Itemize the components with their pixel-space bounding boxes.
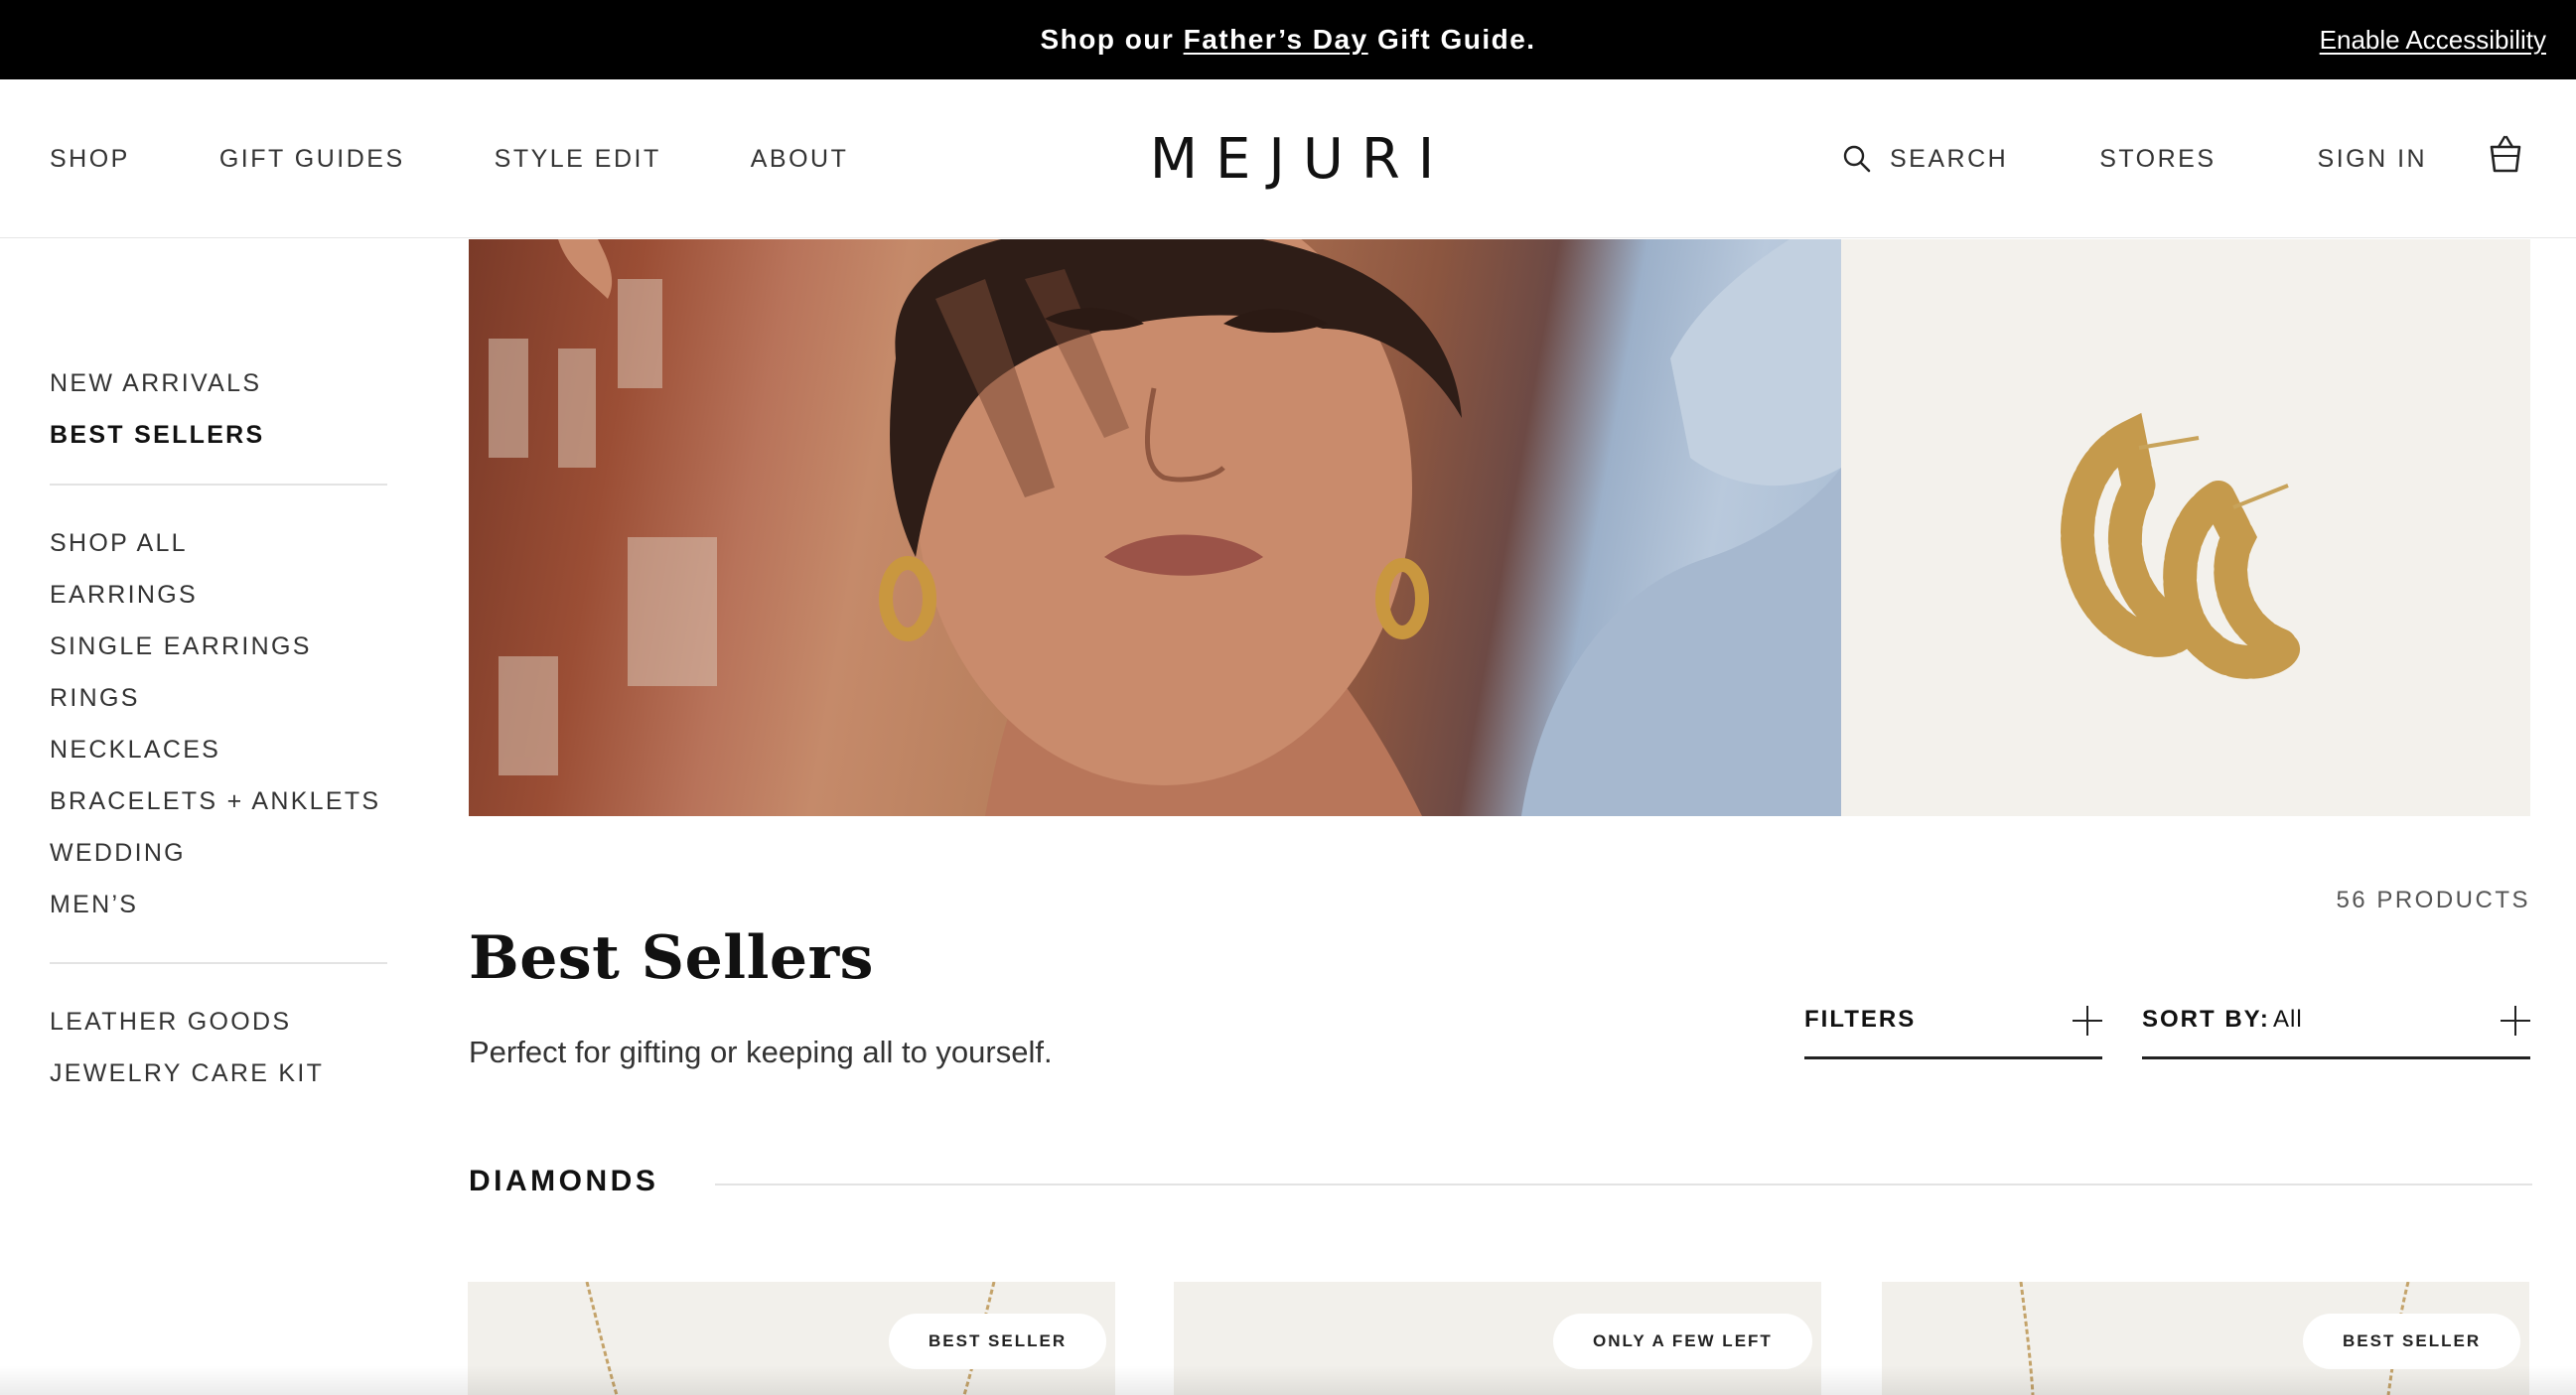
sidebar-divider [50,484,387,486]
status-badge: BEST SELLER [889,1314,1107,1369]
sidebar-featured: NEW ARRIVALS BEST SELLERS [50,357,265,461]
page-subtitle: Perfect for gifting or keeping all to yo… [469,1035,1053,1069]
main-nav: SHOP GIFT GUIDES STYLE EDIT ABOUT [50,79,848,238]
status-badge: ONLY A FEW LEFT [1553,1314,1812,1369]
plus-icon [2501,1006,2530,1036]
product-count: 56 PRODUCTS [2336,887,2530,913]
sidebar-item-wedding[interactable]: WEDDING [50,827,380,879]
status-badge: BEST SELLER [2303,1314,2521,1369]
filters-dropdown[interactable]: FILTERS [1804,998,2102,1059]
nav-style-edit[interactable]: STYLE EDIT [495,145,661,174]
section-heading-diamonds: DIAMONDS [469,1165,659,1197]
sort-dropdown[interactable]: SORT BY: All [2142,998,2530,1059]
plus-icon [2073,1006,2102,1036]
fathers-day-link[interactable]: Father’s Day [1184,24,1368,56]
sidebar-categories: SHOP ALL EARRINGS SINGLE EARRINGS RINGS … [50,517,380,930]
nav-shop[interactable]: SHOP [50,145,130,174]
sidebar-item-rings[interactable]: RINGS [50,672,380,724]
gold-hoop-earrings-illustration [2061,412,2301,679]
announcement-prefix: Shop our [1040,24,1184,55]
hero-earrings-image [1841,239,2530,816]
sidebar-item-earrings[interactable]: EARRINGS [50,569,380,621]
announcement-suffix: Gift Guide. [1367,24,1536,55]
page-title: Best Sellers [469,923,874,993]
enable-accessibility-link[interactable]: Enable Accessibility [2320,0,2546,79]
filters-label: FILTERS [1804,1006,1917,1033]
sidebar-item-single-earrings[interactable]: SINGLE EARRINGS [50,621,380,672]
product-card[interactable]: BEST SELLER [1882,1282,2529,1395]
shopping-bag-icon[interactable] [2488,134,2523,174]
sidebar-item-shop-all[interactable]: SHOP ALL [50,517,380,569]
sign-in-link[interactable]: SIGN IN [2318,145,2428,174]
announcement-message: Shop our Father’s Day Gift Guide. [0,0,2576,79]
product-card[interactable]: ONLY A FEW LEFT [1174,1282,1821,1395]
sidebar-item-bracelets-anklets[interactable]: BRACELETS + ANKLETS [50,775,380,827]
sidebar-item-necklaces[interactable]: NECKLACES [50,724,380,775]
site-header: SHOP GIFT GUIDES STYLE EDIT ABOUT MEJURI… [0,79,2576,238]
model-portrait-illustration [489,239,1841,816]
search-label: SEARCH [1890,144,2009,173]
utility-nav: SEARCH STORES SIGN IN [1842,79,2427,238]
sidebar-item-jewelry-care-kit[interactable]: JEWELRY CARE KIT [50,1047,324,1099]
sidebar-divider [50,962,387,964]
sort-label: SORT BY: [2142,1006,2270,1033]
stores-link[interactable]: STORES [2099,145,2216,174]
sidebar-item-new-arrivals[interactable]: NEW ARRIVALS [50,357,265,409]
mejuri-logo[interactable]: MEJURI [1150,79,1440,238]
nav-gift-guides[interactable]: GIFT GUIDES [219,145,405,174]
search-icon [1843,145,1871,173]
product-card[interactable]: BEST SELLER [468,1282,1115,1395]
sidebar-item-leather-goods[interactable]: LEATHER GOODS [50,996,324,1047]
hero-model-image [469,239,1841,816]
sidebar-item-best-sellers[interactable]: BEST SELLERS [50,409,265,461]
announcement-bar: Shop our Father’s Day Gift Guide. Enable… [0,0,2576,79]
sort-value: All [2273,1006,2303,1033]
sidebar-extras: LEATHER GOODS JEWELRY CARE KIT [50,996,324,1099]
section-divider [715,1184,2532,1186]
search-button[interactable]: SEARCH [1842,144,2008,174]
nav-about[interactable]: ABOUT [751,145,849,174]
sidebar-item-mens[interactable]: MEN’S [50,879,380,930]
